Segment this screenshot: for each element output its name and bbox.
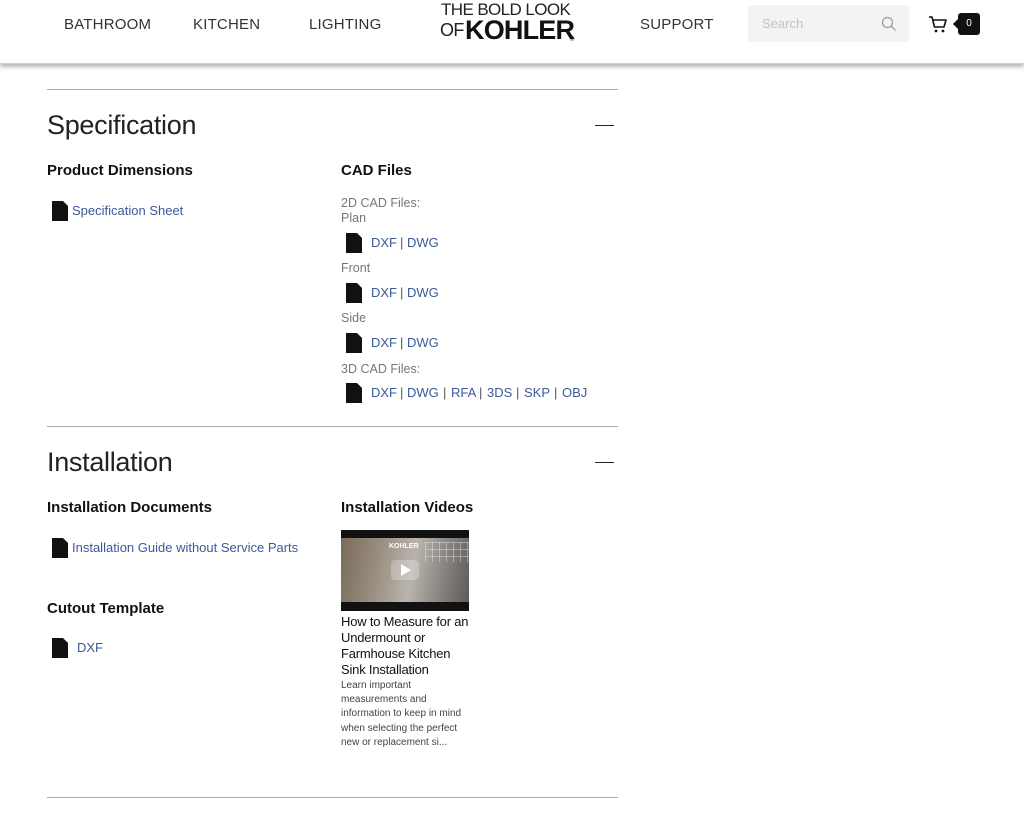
video-thumbnail[interactable]: KOHLER xyxy=(341,530,469,611)
search-icon[interactable] xyxy=(881,16,897,32)
play-icon[interactable] xyxy=(391,560,419,580)
document-icon xyxy=(346,333,362,353)
side-dwg-link[interactable]: DWG xyxy=(407,335,439,350)
nav-bathroom[interactable]: BATHROOM xyxy=(64,16,151,33)
video-title[interactable]: How to Measure for an Undermount or Farm… xyxy=(341,614,471,678)
link-separator: | xyxy=(516,385,520,400)
document-icon xyxy=(346,233,362,253)
cart-count-badge[interactable]: 0 xyxy=(953,13,980,35)
document-icon xyxy=(52,538,68,558)
nav-lighting[interactable]: LIGHTING xyxy=(309,16,381,33)
installation-title[interactable]: Installation xyxy=(47,447,173,478)
search-box xyxy=(748,5,909,42)
cad-3d-label: 3D CAD Files: xyxy=(341,362,421,376)
link-separator: | xyxy=(554,385,558,400)
video-tile-pattern xyxy=(425,542,469,562)
cutout-dxf-link[interactable]: DXF xyxy=(77,640,103,655)
installation-videos-heading: Installation Videos xyxy=(341,499,474,516)
3d-obj-link[interactable]: OBJ xyxy=(562,385,587,400)
cad-front-label: Front xyxy=(341,261,371,275)
specification-sheet-link[interactable]: Specification Sheet xyxy=(72,203,183,218)
link-separator: | xyxy=(400,385,404,400)
3d-3ds-link[interactable]: 3DS xyxy=(487,385,512,400)
video-letterbox-bottom xyxy=(341,602,469,611)
logo-brand: KOHLER xyxy=(465,15,575,45)
nav-support[interactable]: SUPPORT xyxy=(640,16,714,33)
minus-icon xyxy=(595,125,614,126)
3d-skp-link[interactable]: SKP xyxy=(524,385,550,400)
video-brand-label: KOHLER xyxy=(389,543,419,550)
link-separator: | xyxy=(479,385,483,400)
installation-guide-link[interactable]: Installation Guide without Service Parts xyxy=(72,540,298,555)
cad-2d-label: 2D CAD Files: xyxy=(341,196,421,210)
specification-title[interactable]: Specification xyxy=(47,110,197,141)
plan-dxf-link[interactable]: DXF xyxy=(371,235,397,250)
site-header: BATHROOM KITCHEN LIGHTING THE BOLD LOOK … xyxy=(0,0,1024,64)
cad-plan-label: Plan xyxy=(341,211,367,225)
link-separator: | xyxy=(400,285,404,300)
front-dxf-link[interactable]: DXF xyxy=(371,285,397,300)
logo-of: OF xyxy=(440,20,464,40)
cart-icon[interactable] xyxy=(928,14,948,34)
plan-dwg-link[interactable]: DWG xyxy=(407,235,439,250)
product-dimensions-heading: Product Dimensions xyxy=(47,162,193,179)
installation-documents-heading: Installation Documents xyxy=(47,499,213,516)
3d-dwg-link[interactable]: DWG xyxy=(407,385,439,400)
specification-collapse-button[interactable] xyxy=(595,119,615,133)
document-icon xyxy=(346,283,362,303)
logo-registered-mark: ® xyxy=(570,37,575,43)
cutout-template-heading: Cutout Template xyxy=(47,600,165,617)
kohler-logo[interactable]: THE BOLD LOOK OF KOHLER ® xyxy=(440,0,580,48)
link-separator: | xyxy=(400,235,404,250)
video-description: Learn important measurements and informa… xyxy=(341,680,462,748)
section-divider xyxy=(47,89,618,90)
minus-icon xyxy=(595,462,614,463)
cad-files-heading: CAD Files xyxy=(341,162,412,179)
section-divider xyxy=(47,426,618,427)
side-dxf-link[interactable]: DXF xyxy=(371,335,397,350)
nav-kitchen[interactable]: KITCHEN xyxy=(193,16,260,33)
document-icon xyxy=(52,201,68,221)
link-separator: | xyxy=(443,385,447,400)
3d-dxf-link[interactable]: DXF xyxy=(371,385,397,400)
3d-rfa-link[interactable]: RFA xyxy=(451,385,476,400)
link-separator: | xyxy=(400,335,404,350)
search-input[interactable] xyxy=(748,5,878,42)
section-divider xyxy=(47,797,618,798)
document-icon xyxy=(346,383,362,403)
document-icon xyxy=(52,638,68,658)
installation-collapse-button[interactable] xyxy=(595,456,615,470)
cad-side-label: Side xyxy=(341,311,367,325)
front-dwg-link[interactable]: DWG xyxy=(407,285,439,300)
